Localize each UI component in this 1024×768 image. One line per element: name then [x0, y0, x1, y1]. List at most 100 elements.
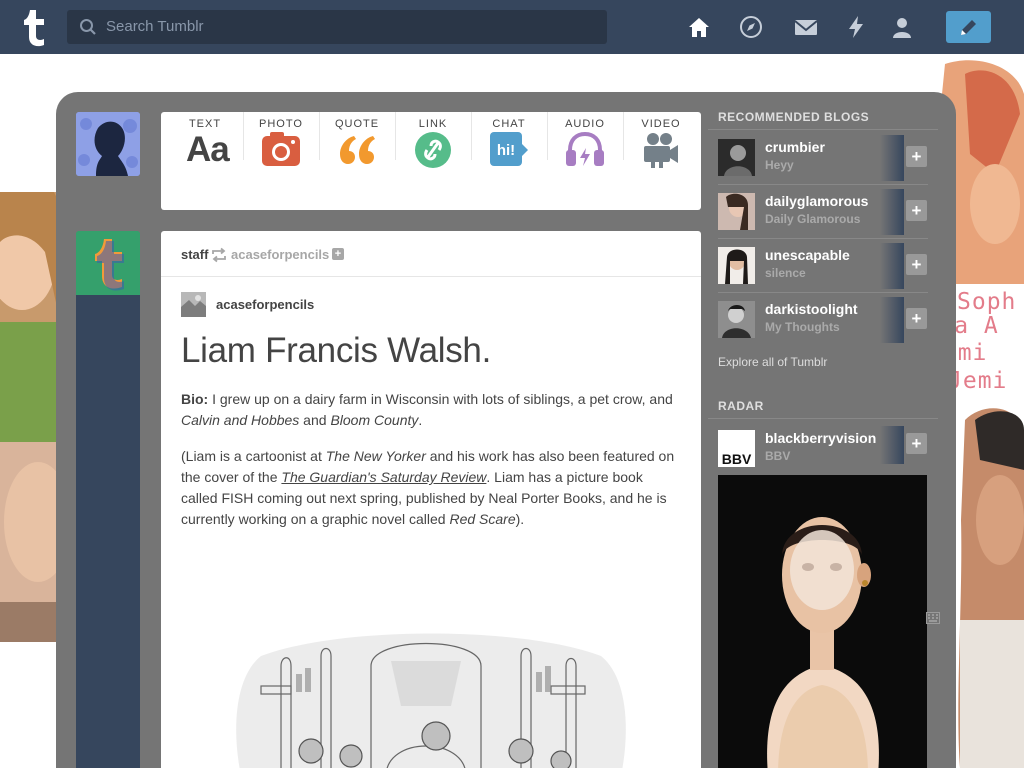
follow-button[interactable]: +: [904, 135, 929, 181]
bio-label: Bio:: [181, 391, 209, 407]
photo-icon: [262, 132, 300, 168]
info-paragraph: (Liam is a cartoonist at The New Yorker …: [181, 446, 681, 530]
radar-heading: RADAR: [718, 399, 764, 413]
fade: [880, 297, 904, 343]
plus-icon: +: [906, 308, 927, 329]
blog-name[interactable]: darkistoolight: [765, 301, 858, 317]
radar-blog-item[interactable]: BBV blackberryvision BBV +: [718, 426, 929, 472]
explore-icon[interactable]: [738, 14, 764, 40]
post-type-label: VIDEO: [641, 118, 681, 130]
bio-text: and: [299, 412, 331, 428]
post-type-photo-button[interactable]: PHOTO: [243, 112, 319, 182]
source-blog-name[interactable]: acaseforpencils: [216, 297, 314, 312]
italic-text: Red Scare: [449, 511, 516, 527]
blog-avatar[interactable]: [718, 301, 755, 338]
account-icon[interactable]: [889, 14, 915, 40]
chat-icon: hi!: [490, 132, 528, 168]
plus-icon: +: [906, 146, 927, 167]
bio-text: .: [418, 412, 423, 428]
blog-name[interactable]: unescapable: [765, 247, 850, 263]
reblog-icon: [212, 247, 226, 263]
post-type-label: QUOTE: [334, 118, 380, 130]
post-type-quote-button[interactable]: QUOTE: [319, 112, 395, 182]
fade: [880, 426, 904, 464]
blog-avatar[interactable]: [718, 193, 755, 230]
italic-text: The New Yorker: [325, 448, 426, 464]
post-type-label: TEXT: [188, 118, 222, 130]
quote-icon: [338, 132, 376, 168]
follow-button[interactable]: +: [904, 426, 929, 464]
tumblr-logo-icon[interactable]: [16, 6, 50, 48]
post-type-text-button[interactable]: TEXT Aa: [167, 112, 243, 182]
reblogged-from-name[interactable]: acaseforpencils: [231, 247, 329, 262]
post-type-video-button[interactable]: VIDEO: [623, 112, 699, 182]
plus-icon: +: [906, 200, 927, 221]
blog-subtitle: My Thoughts: [765, 320, 840, 334]
messages-icon[interactable]: [793, 14, 819, 40]
search-icon: [80, 19, 96, 35]
post-type-link-button[interactable]: LINK: [395, 112, 471, 182]
post-type-label: PHOTO: [259, 118, 303, 130]
blog-column: [76, 295, 140, 768]
blog-subtitle: BBV: [765, 449, 791, 463]
keyboard-icon[interactable]: [926, 612, 940, 624]
source-avatar[interactable]: [181, 292, 206, 317]
blog-subtitle: Daily Glamorous: [765, 212, 861, 226]
blog-avatar[interactable]: [718, 247, 755, 284]
divider: [708, 129, 938, 130]
pencil-icon: [961, 20, 976, 35]
post-type-audio-button[interactable]: AUDIO: [547, 112, 623, 182]
bio-text: I grew up on a dairy farm in Wisconsin w…: [208, 391, 673, 407]
recommended-blogs-heading: RECOMMENDED BLOGS: [718, 110, 870, 124]
plus-icon: +: [906, 433, 927, 454]
divider: [161, 276, 701, 277]
blog-avatar[interactable]: BBV: [718, 430, 755, 467]
activity-icon[interactable]: [843, 14, 869, 40]
text-icon: Aa: [186, 130, 230, 169]
blog-name[interactable]: blackberryvision: [765, 430, 876, 446]
compose-button[interactable]: [946, 11, 991, 43]
italic-text: Calvin and Hobbes: [181, 412, 300, 428]
guardian-link[interactable]: The Guardian's Saturday Review: [281, 469, 486, 485]
audio-icon: [566, 131, 604, 168]
post-type-chat-button[interactable]: CHAT hi!: [471, 112, 547, 182]
background-text: Jemi: [948, 368, 1008, 394]
blog-subtitle: Heyy: [765, 158, 794, 172]
home-icon[interactable]: [686, 14, 712, 40]
follow-button[interactable]: +: [904, 297, 929, 343]
blog-avatar[interactable]: [718, 139, 755, 176]
user-avatar[interactable]: [76, 112, 140, 176]
blog-avatar[interactable]: [76, 231, 140, 295]
video-icon: [642, 132, 680, 168]
divider: [718, 238, 928, 239]
post-card: staff acaseforpencils + acaseforpencils …: [161, 231, 701, 768]
recommended-blog-item[interactable]: unescapable silence +: [718, 243, 929, 289]
cartoon-image[interactable]: [221, 626, 641, 768]
blog-name[interactable]: dailyglamorous: [765, 193, 868, 209]
body-text: (Liam is a cartoonist at: [181, 448, 326, 464]
blog-subtitle: silence: [765, 266, 806, 280]
post-type-label: AUDIO: [565, 118, 605, 130]
divider: [718, 292, 928, 293]
follow-button[interactable]: +: [332, 248, 344, 260]
post-type-label: CHAT: [492, 118, 526, 130]
search-input[interactable]: Search Tumblr: [67, 10, 607, 44]
svg-text:BBV: BBV: [722, 451, 752, 467]
follow-button[interactable]: +: [904, 243, 929, 289]
recommended-blog-item[interactable]: darkistoolight My Thoughts +: [718, 297, 929, 343]
recommended-blog-item[interactable]: crumbier Heyy +: [718, 135, 929, 181]
svg-text:hi!: hi!: [497, 142, 515, 159]
fade: [880, 189, 904, 235]
blog-name[interactable]: crumbier: [765, 139, 825, 155]
radar-post-image[interactable]: [718, 475, 927, 768]
explore-link[interactable]: Explore all of Tumblr: [718, 355, 827, 369]
search-placeholder: Search Tumblr: [106, 18, 204, 35]
reblogger-name[interactable]: staff: [181, 247, 208, 262]
background-text: Soph: [957, 289, 1017, 315]
follow-button[interactable]: +: [904, 189, 929, 235]
recommended-blog-item[interactable]: dailyglamorous Daily Glamorous +: [718, 189, 929, 235]
fade: [880, 135, 904, 181]
post-type-label: LINK: [418, 118, 448, 130]
background-photo-right-bottom: [955, 400, 1024, 768]
plus-icon: +: [906, 254, 927, 275]
